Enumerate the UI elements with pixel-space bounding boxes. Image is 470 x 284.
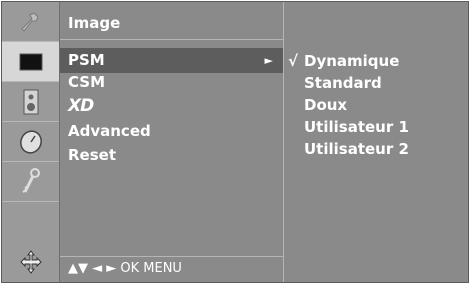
submenu-column: √ Dynamique Standard Doux Utilisateur 1 U… bbox=[284, 12, 468, 282]
submenu-item-doux[interactable]: Doux bbox=[288, 94, 347, 116]
menu-item-label: PSM bbox=[68, 51, 105, 69]
menu-item-xd[interactable]: XD bbox=[60, 94, 283, 119]
clock-icon[interactable] bbox=[2, 122, 59, 162]
key-icon[interactable] bbox=[2, 162, 59, 202]
check-mark-icon: √ bbox=[288, 52, 299, 70]
menu-item-label: Reset bbox=[68, 146, 116, 164]
submenu-item-utilisateur-2[interactable]: Utilisateur 2 bbox=[288, 138, 409, 160]
osd-menu-window: Image PSM ► CSM XD Advanced Reset ▲▼ ◄ ►… bbox=[1, 1, 469, 283]
tool-icon[interactable] bbox=[2, 2, 59, 42]
submenu-item-dynamique[interactable]: √ Dynamique bbox=[288, 50, 399, 72]
menu-column: Image PSM ► CSM XD Advanced Reset ▲▼ ◄ ►… bbox=[60, 2, 284, 282]
picture-icon[interactable] bbox=[2, 42, 59, 82]
navigation-hint: ▲▼ ◄ ► OK MENU bbox=[60, 256, 283, 282]
menu-title: Image bbox=[60, 2, 283, 40]
xd-logo: XD bbox=[68, 96, 94, 116]
menu-item-reset[interactable]: Reset bbox=[60, 143, 283, 168]
submenu-item-utilisateur-1[interactable]: Utilisateur 1 bbox=[288, 116, 409, 138]
speaker-icon[interactable] bbox=[2, 82, 59, 122]
input-icon[interactable] bbox=[2, 242, 59, 282]
menu-item-advanced[interactable]: Advanced bbox=[60, 119, 283, 144]
submenu-item-label: Doux bbox=[304, 96, 348, 114]
submenu-item-label: Standard bbox=[304, 74, 382, 92]
submenu-item-label: Utilisateur 1 bbox=[304, 118, 409, 136]
menu-item-csm[interactable]: CSM bbox=[60, 70, 283, 95]
icon-strip bbox=[2, 2, 60, 282]
menu-item-label: Advanced bbox=[68, 122, 151, 140]
submenu-item-standard[interactable]: Standard bbox=[288, 72, 382, 94]
submenu-item-label: Dynamique bbox=[304, 52, 400, 70]
menu-item-label: CSM bbox=[68, 73, 106, 91]
submenu-item-label: Utilisateur 2 bbox=[304, 140, 409, 158]
